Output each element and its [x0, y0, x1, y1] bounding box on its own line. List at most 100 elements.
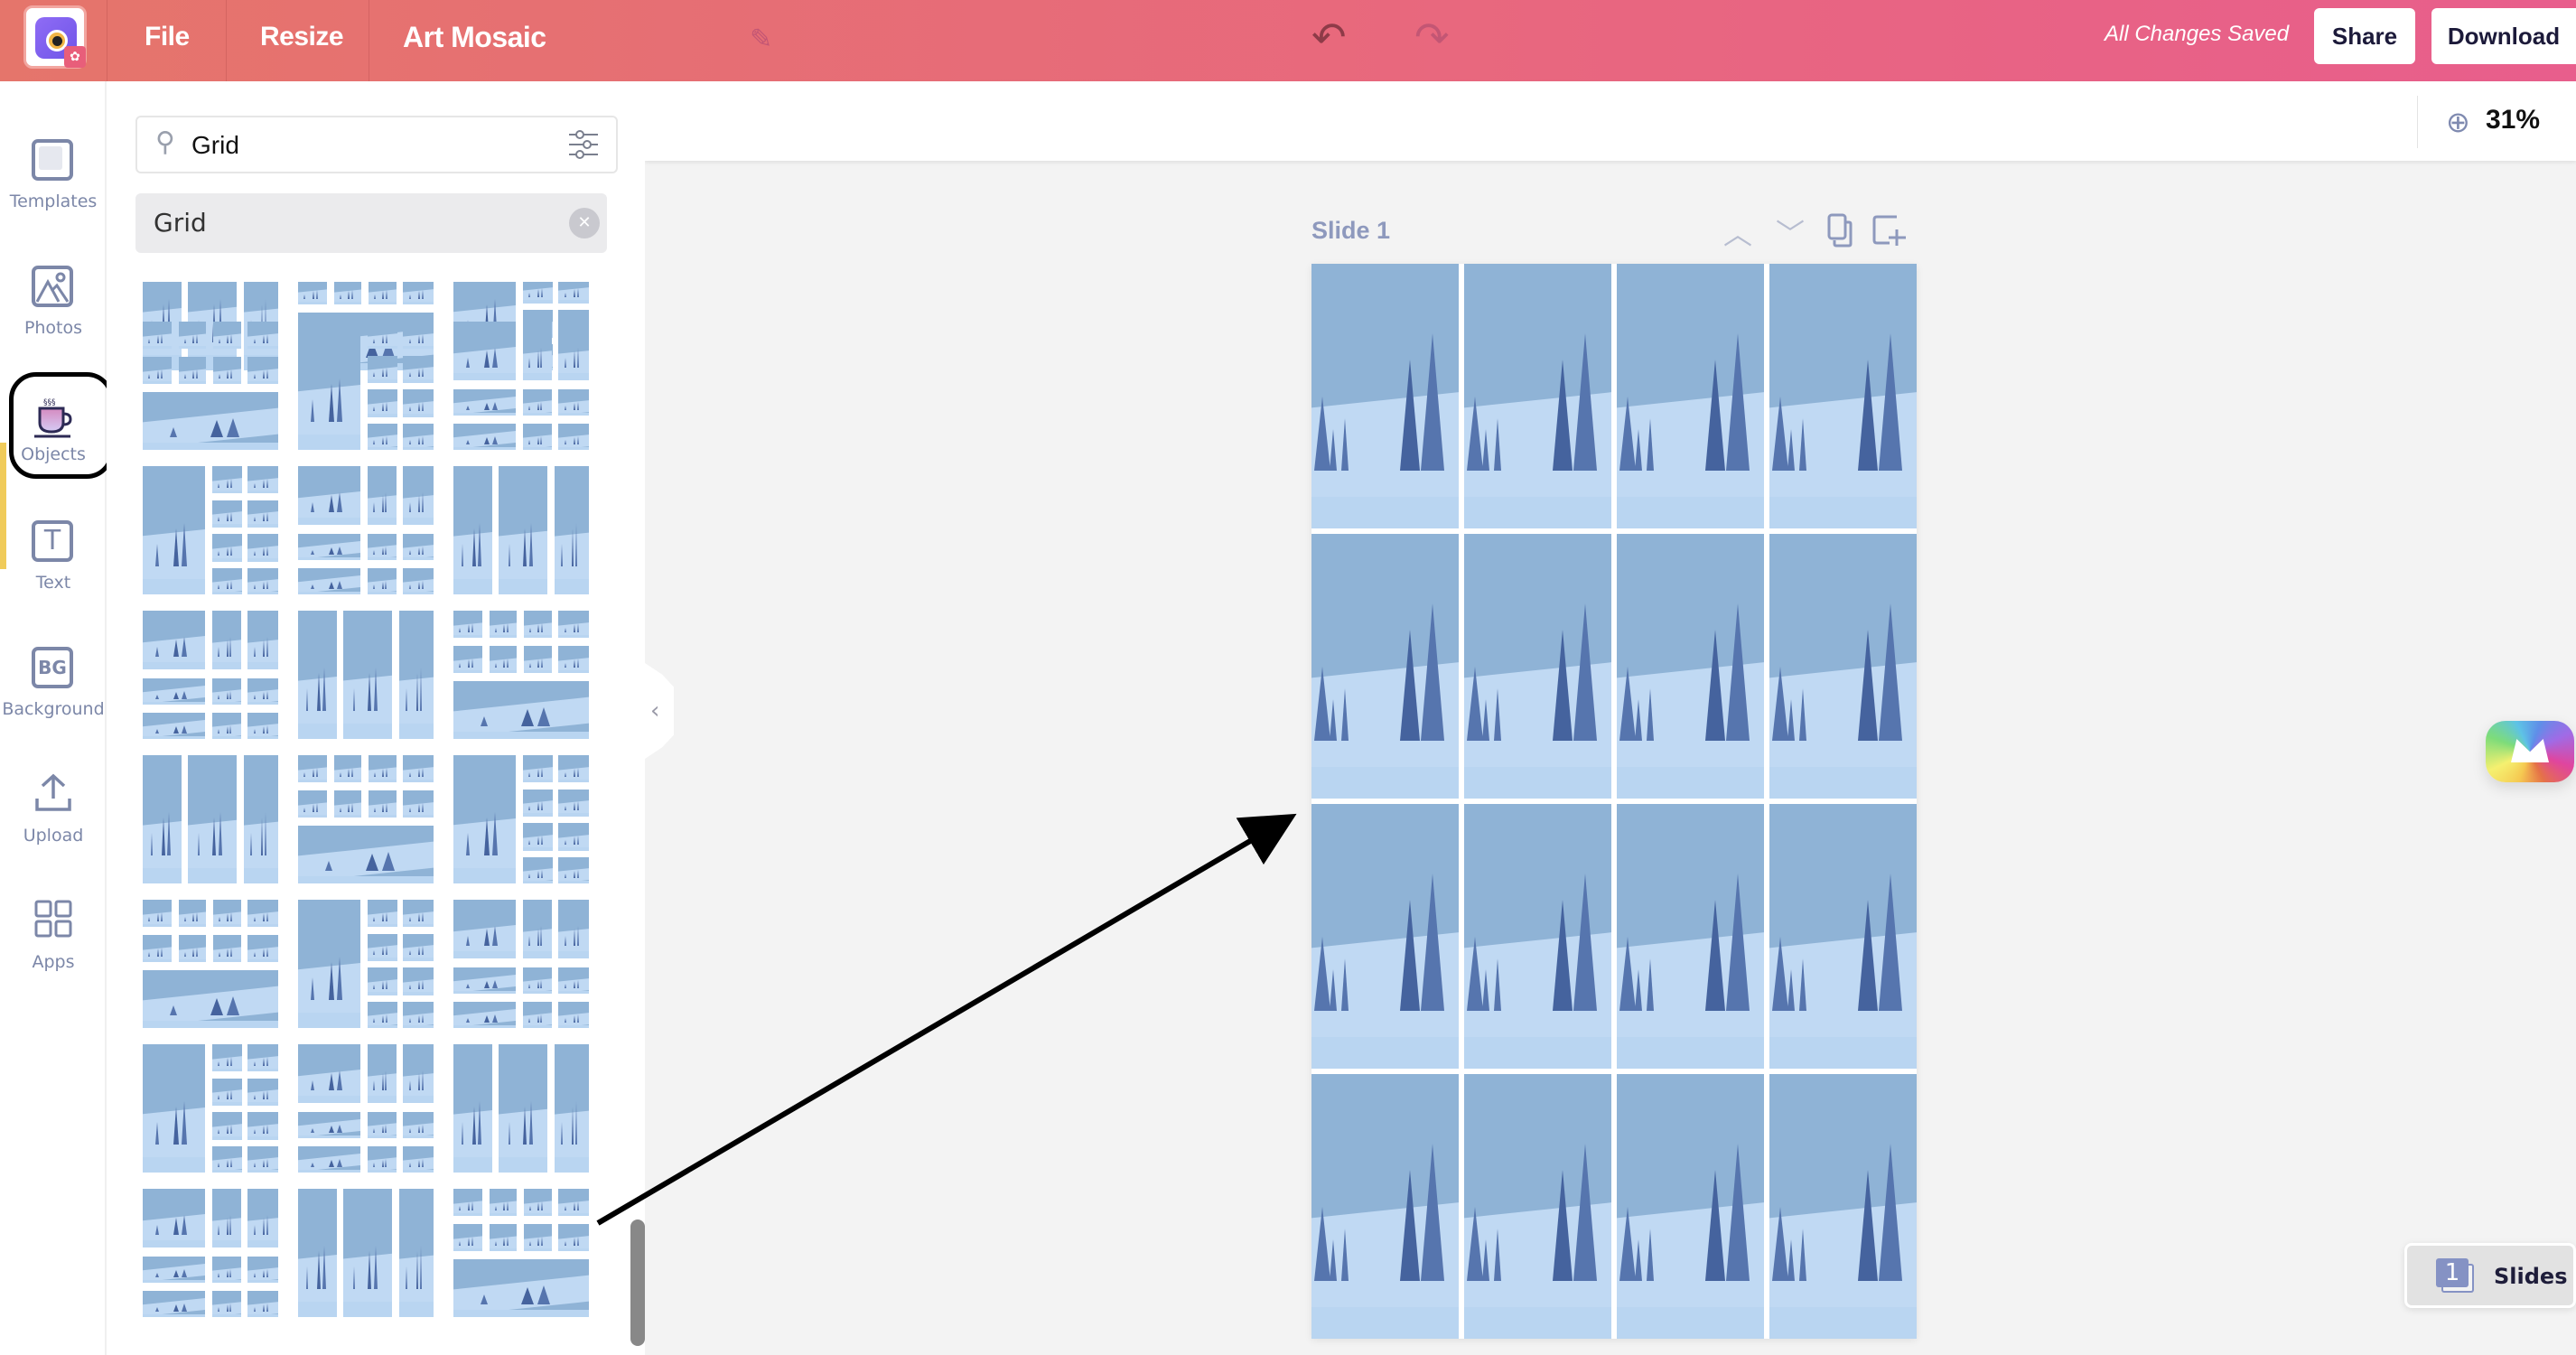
- slide-grid-cell: [1464, 804, 1611, 1069]
- winter-scene-image: [403, 389, 434, 417]
- winter-scene-image: [298, 1044, 360, 1104]
- undo-icon[interactable]: ↶: [1311, 13, 1347, 61]
- winter-scene-image: [403, 466, 434, 526]
- zoom-in-icon[interactable]: ⊕: [2446, 105, 2470, 139]
- slide-canvas[interactable]: [1311, 264, 1917, 1339]
- winter-scene-image: [558, 789, 589, 818]
- grid-template-thumbnail[interactable]: [143, 466, 281, 597]
- winter-scene-image: [558, 646, 589, 674]
- rail-item-upload[interactable]: Upload: [0, 761, 107, 878]
- file-menu[interactable]: File: [145, 0, 190, 81]
- clear-filter-icon[interactable]: ✕: [569, 208, 600, 238]
- winter-scene-image: [453, 646, 483, 674]
- rail-item-apps[interactable]: Apps: [0, 887, 107, 1005]
- grid-template-thumbnail[interactable]: [298, 1044, 436, 1175]
- winter-scene-image: [211, 534, 243, 562]
- grid-template-thumbnail[interactable]: [143, 1044, 281, 1175]
- winter-scene-image: [403, 355, 434, 384]
- assistant-button[interactable]: [2486, 721, 2574, 782]
- redo-icon[interactable]: ↷: [1414, 13, 1450, 61]
- grid-template-thumbnail[interactable]: [298, 1189, 436, 1320]
- winter-scene-image: [522, 424, 552, 450]
- winter-scene-image: [522, 823, 554, 851]
- winter-scene-image: [453, 611, 483, 639]
- winter-scene-image: [298, 282, 328, 305]
- sub-toolbar: [645, 81, 2576, 161]
- grid-template-thumbnail[interactable]: [298, 755, 436, 886]
- grid-template-thumbnail[interactable]: [298, 322, 436, 453]
- winter-scene-image: [453, 1044, 492, 1173]
- m-logo-icon: [2511, 739, 2549, 762]
- slides-button[interactable]: 1 Slides: [2404, 1243, 2576, 1308]
- winter-scene-image: [522, 282, 554, 304]
- panel-scrollbar[interactable]: [630, 1220, 645, 1346]
- winter-scene-image: [524, 1224, 552, 1252]
- winter-scene-image: [247, 1112, 278, 1140]
- collapse-panel-button[interactable]: ‹: [645, 663, 674, 759]
- winter-scene-image: [453, 389, 516, 416]
- move-slide-up-icon[interactable]: ︿: [1723, 211, 1752, 253]
- grid-template-thumbnail[interactable]: [298, 611, 436, 742]
- filter-sliders-icon[interactable]: [567, 128, 600, 161]
- search-icon: ⚲: [155, 126, 175, 158]
- grid-template-thumbnail[interactable]: [453, 611, 592, 742]
- slide-grid-cell: [1464, 264, 1611, 528]
- rail-item-text[interactable]: T Text: [0, 508, 107, 625]
- winter-scene-image: [333, 282, 362, 305]
- winter-scene-image: [143, 1257, 205, 1284]
- download-button[interactable]: Download: [2431, 8, 2576, 64]
- winter-scene-image: [143, 357, 173, 385]
- winter-scene-image: [247, 534, 278, 562]
- rail-label: Text: [35, 573, 71, 593]
- grid-template-thumbnail[interactable]: [453, 466, 592, 597]
- winter-scene-image: [522, 755, 554, 783]
- winter-scene-image: [143, 392, 278, 450]
- winter-scene-image: [403, 322, 434, 350]
- winter-scene-image: [247, 1146, 278, 1173]
- winter-scene-image: [298, 611, 337, 739]
- grid-template-thumbnail[interactable]: [298, 900, 436, 1031]
- grid-template-thumbnail[interactable]: [298, 466, 436, 597]
- grid-template-thumbnail[interactable]: [143, 1189, 281, 1320]
- rail-item-templates[interactable]: Templates: [0, 126, 107, 244]
- add-slide-icon[interactable]: [1871, 213, 1909, 255]
- winter-scene-image: [143, 713, 205, 739]
- winter-scene-image: [343, 611, 393, 739]
- duplicate-slide-icon[interactable]: [1826, 213, 1857, 255]
- winter-scene-image: [499, 1044, 548, 1173]
- resize-menu[interactable]: Resize: [260, 0, 344, 81]
- winter-scene-image: [367, 933, 398, 962]
- divider: [226, 0, 227, 81]
- grid-template-thumbnail[interactable]: [143, 611, 281, 742]
- move-slide-down-icon[interactable]: ﹀: [1776, 211, 1805, 253]
- winter-scene-image: [369, 755, 397, 783]
- grid-template-thumbnail[interactable]: [453, 1044, 592, 1175]
- winter-scene-image: [143, 1189, 205, 1248]
- winter-scene-image: [247, 713, 278, 739]
- winter-scene-image: [298, 826, 434, 883]
- app-logo[interactable]: ✿: [23, 5, 87, 69]
- grid-template-thumbnail[interactable]: [453, 322, 592, 453]
- rail-item-background[interactable]: BG Background: [0, 634, 107, 752]
- grid-template-thumbnail[interactable]: [143, 900, 281, 1031]
- winter-scene-image: [247, 568, 278, 594]
- grid-template-thumbnail[interactable]: [453, 900, 592, 1031]
- winter-scene-image: [522, 900, 552, 959]
- share-button[interactable]: Share: [2314, 8, 2415, 64]
- search-box[interactable]: ⚲: [135, 116, 618, 173]
- grid-template-thumbnail[interactable]: [453, 755, 592, 886]
- grid-template-thumbnail[interactable]: [143, 755, 281, 886]
- search-input[interactable]: [191, 126, 535, 164]
- zoom-level[interactable]: 31%: [2486, 105, 2540, 136]
- filter-chip[interactable]: Grid ✕: [135, 193, 607, 253]
- rail-item-photos[interactable]: Photos: [0, 253, 107, 370]
- winter-scene-image: [367, 424, 398, 450]
- document-title[interactable]: Art Mosaic: [403, 0, 546, 81]
- winter-scene-image: [453, 1189, 483, 1217]
- winter-scene-image: [558, 282, 589, 304]
- grid-template-thumbnail[interactable]: [143, 322, 281, 453]
- winter-scene-image: [247, 500, 278, 528]
- grid-template-thumbnail[interactable]: [453, 1189, 592, 1320]
- pencil-icon[interactable]: ✎: [750, 23, 772, 55]
- winter-scene-image: [398, 611, 434, 739]
